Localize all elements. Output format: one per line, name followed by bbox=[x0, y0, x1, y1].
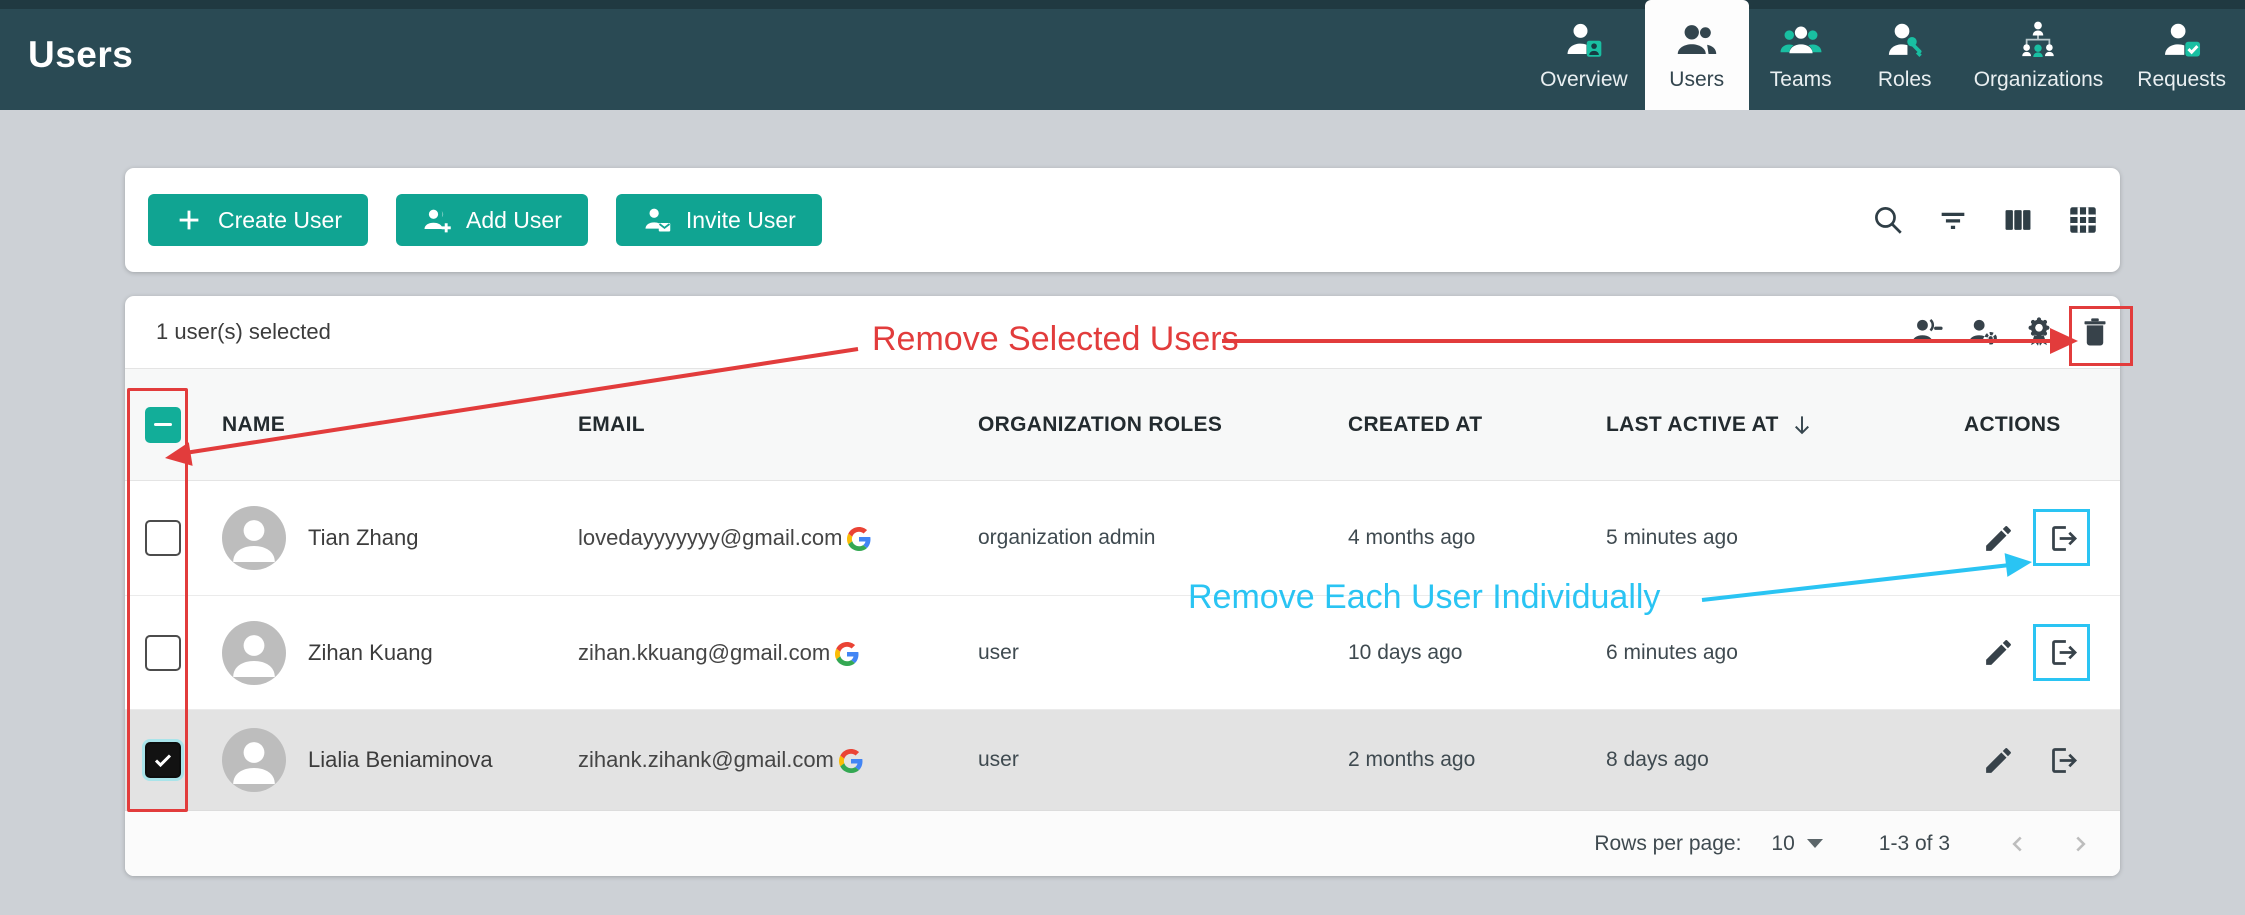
selection-count: 1 user(s) selected bbox=[156, 319, 331, 345]
last-active-at: 8 days ago bbox=[1606, 748, 1940, 772]
person-key-icon bbox=[1884, 19, 1926, 61]
table-row-tian-zhang: Tian Zhang lovedayyyyyyy@gmail.com organ… bbox=[125, 481, 2120, 596]
user-email: zihank.zihank@gmail.com bbox=[578, 747, 834, 773]
person-add-icon bbox=[422, 205, 452, 235]
google-icon bbox=[839, 747, 863, 773]
invite-user-label: Invite User bbox=[686, 207, 796, 234]
edit-user-icon[interactable] bbox=[1980, 634, 2017, 671]
row-checkbox[interactable] bbox=[145, 742, 181, 778]
rows-per-page-value: 10 bbox=[1771, 832, 1794, 856]
column-header-actions: ACTIONS bbox=[1940, 413, 2120, 437]
user-roles: organization admin bbox=[978, 526, 1348, 550]
nav-tab-organizations[interactable]: Organizations bbox=[1957, 0, 2121, 110]
created-at: 4 months ago bbox=[1348, 526, 1606, 550]
nav-tab-label: Overview bbox=[1540, 68, 1628, 92]
user-roles: user bbox=[978, 641, 1348, 665]
create-user-button[interactable]: Create User bbox=[148, 194, 368, 246]
rows-per-page-select[interactable]: 10 bbox=[1771, 832, 1822, 856]
avatar bbox=[222, 506, 286, 570]
search-icon[interactable] bbox=[1869, 201, 1907, 239]
column-header-last-active[interactable]: LAST ACTIVE AT bbox=[1606, 412, 1940, 438]
invite-user-button[interactable]: Invite User bbox=[616, 194, 822, 246]
nav-tab-label: Requests bbox=[2137, 68, 2226, 92]
toolbar: Create User Add User Invite User bbox=[125, 168, 2120, 272]
user-name: Tian Zhang bbox=[308, 525, 418, 551]
nav-tab-label: Organizations bbox=[1974, 68, 2104, 92]
previous-page-button[interactable] bbox=[2000, 826, 2036, 862]
award-icon[interactable] bbox=[2020, 314, 2057, 351]
plus-icon bbox=[174, 205, 204, 235]
grid-icon[interactable] bbox=[2064, 201, 2102, 239]
nav-tab-teams[interactable]: Teams bbox=[1749, 0, 1853, 110]
nav-tab-label: Users bbox=[1669, 68, 1724, 92]
edit-user-icon[interactable] bbox=[1980, 520, 2017, 557]
nav-tab-users[interactable]: Users bbox=[1645, 0, 1749, 110]
person-badge-icon bbox=[1563, 19, 1605, 61]
google-icon bbox=[835, 640, 859, 666]
nav-tab-roles[interactable]: Roles bbox=[1853, 0, 1957, 110]
selection-bar: 1 user(s) selected bbox=[125, 296, 2120, 369]
nav-tab-label: Teams bbox=[1770, 68, 1832, 92]
person-settings-icon[interactable] bbox=[1964, 314, 2001, 351]
user-email: zihan.kkuang@gmail.com bbox=[578, 640, 830, 666]
create-user-label: Create User bbox=[218, 207, 342, 234]
selection-actions bbox=[1908, 314, 2116, 351]
column-header-email[interactable]: EMAIL bbox=[578, 413, 978, 437]
add-user-button[interactable]: Add User bbox=[396, 194, 588, 246]
user-email: lovedayyyyyyy@gmail.com bbox=[578, 525, 842, 551]
add-user-label: Add User bbox=[466, 207, 562, 234]
app-header: Users Overview Users Teams bbox=[0, 0, 2245, 110]
nav-tab-overview[interactable]: Overview bbox=[1523, 0, 1645, 110]
user-roles: user bbox=[978, 748, 1348, 772]
created-at: 10 days ago bbox=[1348, 641, 1606, 665]
column-header-created[interactable]: CREATED AT bbox=[1348, 413, 1606, 437]
view-column-icon[interactable] bbox=[1999, 201, 2037, 239]
users-table: 1 user(s) selected NAME bbox=[125, 296, 2120, 876]
teams-icon bbox=[1780, 19, 1822, 61]
person-mail-icon bbox=[642, 205, 672, 235]
google-icon bbox=[847, 525, 871, 551]
edit-user-icon[interactable] bbox=[1980, 742, 2017, 779]
page-title: Users bbox=[28, 34, 133, 76]
nav-tab-requests[interactable]: Requests bbox=[2120, 0, 2243, 110]
toolbar-icons bbox=[1869, 201, 2110, 239]
person-check-icon bbox=[2161, 19, 2203, 61]
pagination-range: 1-3 of 3 bbox=[1879, 832, 1950, 856]
created-at: 2 months ago bbox=[1348, 748, 1606, 772]
person-remove-icon[interactable] bbox=[1908, 314, 1945, 351]
delete-icon[interactable] bbox=[2076, 314, 2113, 351]
column-header-name[interactable]: NAME bbox=[200, 413, 578, 437]
next-page-button[interactable] bbox=[2062, 826, 2098, 862]
org-chart-icon bbox=[2017, 19, 2059, 61]
table-row-zihan-kuang: Zihan Kuang zihan.kkuang@gmail.com user … bbox=[125, 596, 2120, 710]
row-checkbox[interactable] bbox=[145, 635, 181, 671]
row-checkbox[interactable] bbox=[145, 520, 181, 556]
user-name: Zihan Kuang bbox=[308, 640, 433, 666]
remove-user-icon[interactable] bbox=[2046, 742, 2083, 779]
chevron-down-icon bbox=[1807, 839, 1823, 848]
users-admin-page: Users Overview Users Teams bbox=[0, 0, 2245, 915]
table-row-lialia-beniaminova: Lialia Beniaminova zihank.zihank@gmail.c… bbox=[125, 710, 2120, 811]
filter-icon[interactable] bbox=[1934, 201, 1972, 239]
column-header-roles[interactable]: ORGANIZATION ROLES bbox=[978, 413, 1348, 437]
user-name: Lialia Beniaminova bbox=[308, 747, 493, 773]
last-active-at: 5 minutes ago bbox=[1606, 526, 1940, 550]
column-header-last-active-label: LAST ACTIVE AT bbox=[1606, 413, 1779, 437]
main-nav: Overview Users Teams Roles bbox=[1523, 0, 2245, 110]
people-icon bbox=[1676, 19, 1718, 61]
rows-per-page-label: Rows per page: bbox=[1594, 832, 1741, 856]
table-header-row: NAME EMAIL ORGANIZATION ROLES CREATED AT… bbox=[125, 369, 2120, 481]
last-active-at: 6 minutes ago bbox=[1606, 641, 1940, 665]
table-pagination: Rows per page: 10 1-3 of 3 bbox=[125, 811, 2120, 876]
avatar bbox=[222, 621, 286, 685]
avatar bbox=[222, 728, 286, 792]
nav-tab-label: Roles bbox=[1878, 68, 1932, 92]
sort-desc-icon bbox=[1789, 412, 1815, 438]
remove-user-icon[interactable] bbox=[2046, 520, 2083, 557]
select-all-checkbox[interactable] bbox=[145, 407, 181, 443]
remove-user-icon[interactable] bbox=[2046, 634, 2083, 671]
